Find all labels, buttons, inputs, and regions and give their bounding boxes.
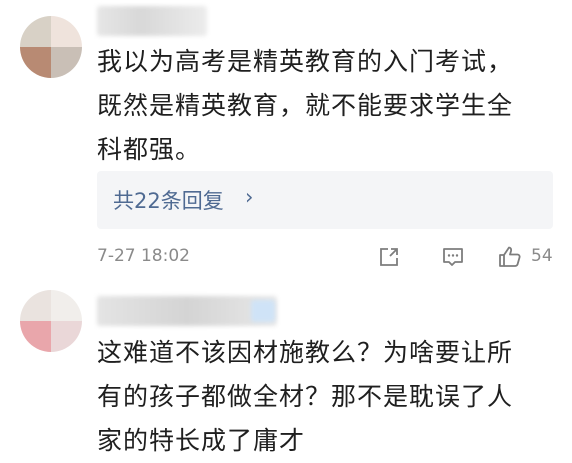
username-redacted[interactable] [97,6,207,36]
username-redacted-badge [251,300,275,322]
comment-timestamp: 7-27 18:02 [97,246,190,266]
like-icon[interactable] [497,244,523,270]
comment-line: 我以为高考是精英教育的入门考试， [97,47,514,76]
replies-label: 共22条回复 [113,189,224,213]
comment-line: 这难道不该因材施教么？为啥要让所 [97,338,514,367]
comment-text: 这难道不该因材施教么？为啥要让所 有的孩子都做全材？那不是耽误了人 家的特长成了… [97,331,513,463]
share-icon[interactable] [376,244,402,270]
like-count: 54 [531,246,553,266]
comment-line: 科都强。 [97,135,202,164]
avatar[interactable] [20,16,82,78]
comment-line: 既然是精英教育，就不能要求学生全 [97,91,514,120]
comment-line: 有的孩子都做全材？那不是耽误了人 [97,382,514,411]
avatar[interactable] [20,290,82,352]
username-redacted[interactable] [97,296,277,326]
comment-line: 家的特长成了庸才 [97,426,306,455]
replies-button[interactable]: 共22条回复 › [97,171,553,229]
comment-icon[interactable] [440,244,466,270]
chevron-right-icon: › [245,185,254,209]
comment-text: 我以为高考是精英教育的入门考试， 既然是精英教育，就不能要求学生全 科都强。 [97,40,513,172]
